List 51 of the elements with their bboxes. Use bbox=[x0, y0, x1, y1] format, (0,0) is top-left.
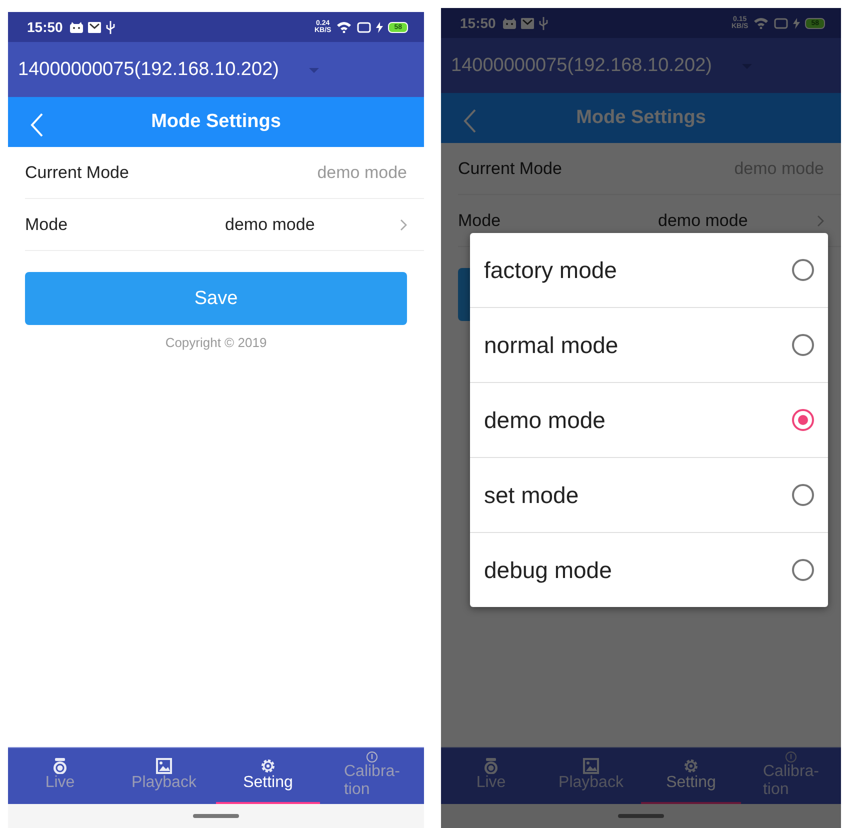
mode-picker[interactable]: demo mode bbox=[225, 214, 392, 234]
mode-option[interactable]: normal mode bbox=[470, 308, 828, 383]
mode-option[interactable]: factory mode bbox=[470, 233, 828, 308]
wifi-icon bbox=[336, 21, 352, 33]
usb-icon bbox=[538, 16, 548, 30]
image-icon bbox=[583, 758, 599, 774]
setting-label: Mode bbox=[458, 210, 502, 230]
copyright-text: Copyright © 2019 bbox=[164, 335, 268, 350]
camera-icon bbox=[52, 758, 68, 774]
chevron-right-icon bbox=[817, 214, 824, 226]
dropdown-icon bbox=[308, 68, 319, 73]
setting-label: Current Mode bbox=[458, 158, 563, 178]
screen-title: Mode Settings bbox=[151, 111, 281, 133]
mode-option[interactable]: debug mode bbox=[470, 533, 828, 607]
radio-button[interactable] bbox=[792, 484, 814, 506]
wifi-icon bbox=[753, 17, 770, 29]
settings-icon bbox=[683, 758, 699, 774]
setting-label: Mode bbox=[25, 214, 69, 234]
setting-label: Current Mode bbox=[25, 162, 130, 182]
charging-icon bbox=[376, 22, 384, 32]
rectangle-icon bbox=[357, 22, 372, 32]
info-icon bbox=[785, 751, 797, 763]
mode-option[interactable]: demo mode bbox=[470, 383, 828, 458]
save-button[interactable]: Save bbox=[25, 272, 407, 325]
back-icon[interactable] bbox=[30, 113, 44, 137]
screen-title: Mode Settings bbox=[576, 107, 706, 129]
nav-tab[interactable]: Calibra- tion bbox=[320, 748, 424, 804]
radio-button[interactable] bbox=[792, 559, 814, 581]
radio-button[interactable] bbox=[792, 259, 814, 281]
back-icon[interactable] bbox=[463, 109, 477, 133]
camera-icon bbox=[483, 758, 499, 774]
mail-icon bbox=[88, 22, 101, 32]
mode-picker[interactable]: demo mode bbox=[658, 210, 809, 230]
rectangle-icon bbox=[774, 18, 788, 28]
mail-icon bbox=[520, 18, 534, 28]
clock-time: 15:50 bbox=[27, 19, 63, 35]
image-icon bbox=[156, 758, 172, 774]
notification-icon bbox=[502, 18, 516, 28]
mode-option[interactable]: set mode bbox=[470, 458, 828, 533]
settings-icon bbox=[260, 758, 276, 774]
nav-tab[interactable]: Live bbox=[8, 748, 112, 804]
setting-value: demo mode bbox=[317, 162, 407, 182]
nav-tab[interactable]: Playback bbox=[112, 748, 216, 804]
radio-button[interactable] bbox=[792, 334, 814, 356]
clock-time: 15:50 bbox=[460, 15, 496, 31]
radio-button[interactable] bbox=[792, 409, 814, 431]
info-icon bbox=[366, 751, 378, 763]
notification-icon bbox=[70, 22, 83, 32]
charging-icon bbox=[793, 18, 800, 28]
chevron-right-icon bbox=[400, 218, 407, 230]
usb-icon bbox=[106, 20, 115, 34]
